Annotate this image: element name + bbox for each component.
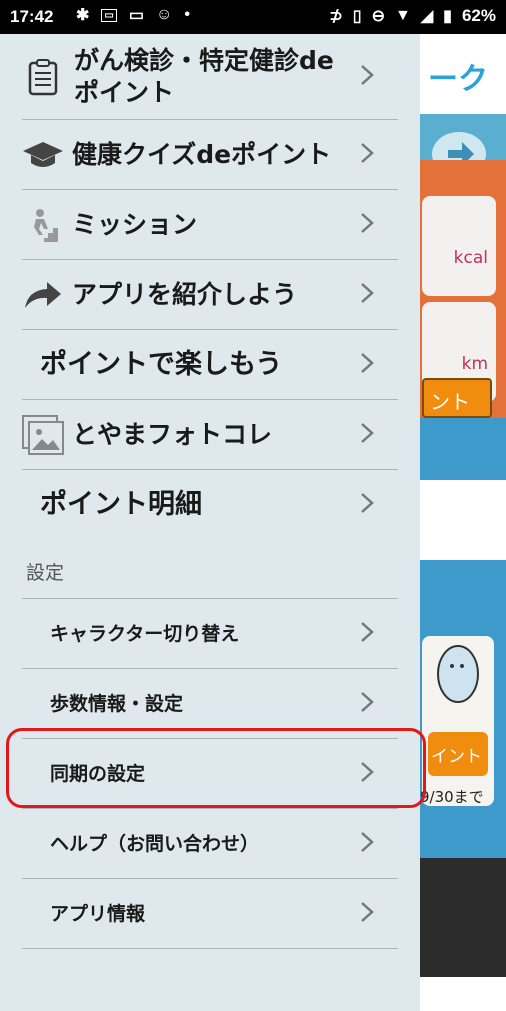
chevron-right-icon (360, 691, 374, 717)
status-time: 17:42 (10, 7, 54, 26)
menu-label-line2: ポイント (74, 78, 175, 107)
bg-orange-button: ント (422, 378, 492, 418)
menu-label: アプリ情報 (50, 903, 146, 925)
kcal-unit: kcal (453, 248, 488, 268)
cast-icon: ▭ (128, 7, 144, 24)
graduation-cap-icon (20, 140, 66, 170)
dot-icon: • (184, 6, 190, 23)
share-arrow-icon (20, 280, 66, 310)
settings-item-help[interactable]: ヘルプ（お問い合わせ） (0, 809, 420, 879)
chevron-right-icon (360, 422, 374, 448)
battery-icon: ▮ (443, 8, 452, 25)
chevron-right-icon (360, 212, 374, 238)
bg-bottom-area (420, 858, 506, 977)
bg-button-label: ント (430, 390, 470, 414)
bg-card-kcal: kcal (422, 196, 496, 296)
chevron-right-icon (360, 621, 374, 647)
bg-header: ーク (420, 34, 506, 114)
bg-date: 9/30まで (420, 788, 484, 806)
menu-item-invite[interactable]: アプリを紹介しよう (0, 260, 420, 330)
menu-label: 歩数情報・設定 (50, 693, 184, 715)
settings-item-character[interactable]: キャラクター切り替え (0, 599, 420, 669)
signal-icon: ◢ (420, 8, 434, 25)
photo-gallery-icon (20, 415, 66, 455)
menu-label: アプリを紹介しよう (72, 280, 298, 309)
menu-item-cancer-screening[interactable]: がん検診・特定健診de ポイント (0, 34, 420, 120)
nfc-icon: ⊅ (329, 8, 343, 25)
menu-label: がん検診・特定健診de (74, 46, 334, 75)
menu-label: ポイント明細 (40, 489, 202, 520)
menu-item-health-quiz[interactable]: 健康クイズdeポイント (0, 120, 420, 190)
chevron-right-icon (360, 282, 374, 308)
menu-label: ミッション (72, 210, 198, 239)
fish-character-icon (428, 642, 486, 706)
chevron-right-icon (360, 64, 374, 90)
bg-point-button: イント (428, 732, 488, 776)
app-icon: ☺ (155, 6, 173, 23)
bg-cloud (420, 480, 506, 560)
menu-label: 健康クイズdeポイント (72, 140, 332, 169)
wifi-icon: ▼ (395, 7, 411, 24)
bg-character-card: イント (422, 636, 494, 806)
chevron-right-icon (360, 831, 374, 857)
menu-item-mission[interactable]: ミッション (0, 190, 420, 260)
chevron-right-icon (360, 142, 374, 168)
menu-label: ヘルプ（お問い合わせ） (50, 833, 260, 855)
menu-item-photo-collection[interactable]: とやまフォトコレ (0, 400, 420, 470)
menu-label: とやまフォトコレ (72, 420, 273, 449)
highlight-box (6, 728, 426, 808)
settings-item-app-info[interactable]: アプリ情報 (0, 879, 420, 949)
vibrate-icon: ▯ (352, 8, 362, 25)
stairs-runner-icon (20, 208, 66, 242)
dnd-icon: ⊖ (371, 8, 385, 25)
notification-icon: ▭ (101, 8, 117, 22)
battery-percent: 62% (461, 6, 496, 25)
menu-label: キャラクター切り替え (50, 623, 240, 645)
settings-section-header: 設定 (26, 562, 65, 584)
status-bar: 17:42 ✱ ▭ ▭ ☺ • ⊅ ▯ ⊖ ▼ ◢ ▮ 62% (0, 0, 506, 34)
clipboard-icon (20, 58, 66, 96)
km-unit: km (461, 354, 488, 374)
divider (22, 948, 398, 949)
menu-item-point-details[interactable]: ポイント明細 (0, 470, 420, 540)
slack-icon: ✱ (76, 7, 90, 24)
chevron-right-icon (360, 492, 374, 518)
menu-item-enjoy-points[interactable]: ポイントで楽しもう (0, 330, 420, 400)
bg-header-title: ーク (428, 62, 488, 97)
chevron-right-icon (360, 901, 374, 927)
menu-label: ポイントで楽しもう (40, 349, 283, 380)
navigation-drawer: がん検診・特定健診de ポイント 健康クイズdeポイント ミッション アプリを紹… (0, 34, 426, 1011)
bg-point-label: イント (431, 747, 482, 767)
chevron-right-icon (360, 352, 374, 378)
